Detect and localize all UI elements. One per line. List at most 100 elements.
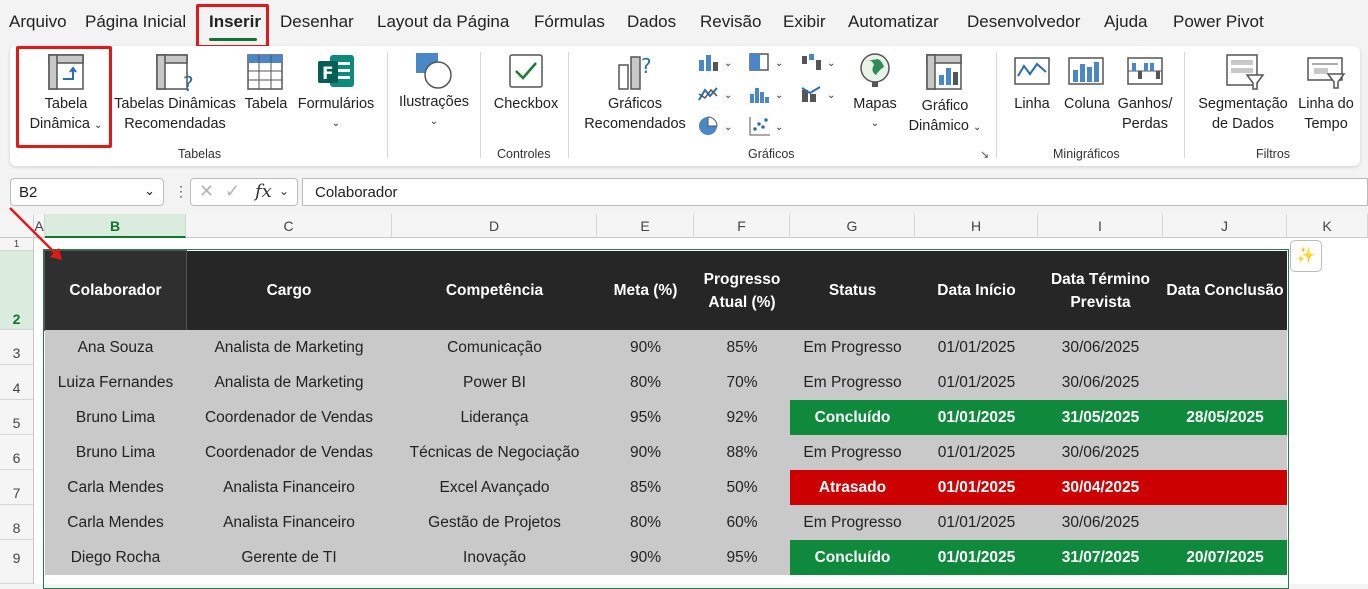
- menu-ajuda[interactable]: Ajuda: [1104, 12, 1147, 32]
- combo-chart-icon[interactable]: ⌄: [800, 84, 838, 109]
- cell-status[interactable]: Concluído: [790, 540, 915, 575]
- cell-cargo[interactable]: Analista de Marketing: [186, 365, 392, 400]
- menu-arquivo[interactable]: Arquivo: [9, 12, 67, 32]
- cell-status[interactable]: Atrasado: [790, 470, 915, 505]
- cell-data-termino[interactable]: 30/06/2025: [1038, 330, 1163, 365]
- cell-competencia[interactable]: Gestão de Projetos: [392, 505, 597, 540]
- menu-power-pivot[interactable]: Power Pivot: [1173, 12, 1264, 32]
- menu-automatizar[interactable]: Automatizar: [848, 12, 939, 32]
- confirm-icon[interactable]: ✓: [225, 181, 240, 202]
- cell-progresso[interactable]: 60%: [694, 505, 790, 540]
- illustrations-button[interactable]: Ilustrações ⌄: [394, 92, 474, 132]
- waterfall-chart-icon[interactable]: ⌄: [800, 52, 838, 77]
- row-header-6[interactable]: 6: [0, 435, 34, 470]
- cell-data-inicio[interactable]: 01/01/2025: [915, 400, 1038, 435]
- cell-meta[interactable]: 90%: [597, 330, 694, 365]
- cell-colaborador[interactable]: Luiza Fernandes: [45, 365, 186, 400]
- chevron-down-icon[interactable]: ⌄: [279, 184, 289, 198]
- cell-competencia[interactable]: Excel Avançado: [392, 470, 597, 505]
- cell-data-inicio[interactable]: 01/01/2025: [915, 330, 1038, 365]
- cell-cargo[interactable]: Analista de Marketing: [186, 330, 392, 365]
- header-data-termino[interactable]: Data Término Prevista: [1038, 251, 1163, 330]
- sparkline-column-button[interactable]: Coluna: [1060, 94, 1114, 114]
- chevron-down-icon[interactable]: ⌄: [144, 183, 155, 199]
- menu-layout-da-pagina[interactable]: Layout da Página: [377, 12, 509, 32]
- cell-colaborador[interactable]: Bruno Lima: [45, 435, 186, 470]
- more-options-icon[interactable]: ⋮: [174, 183, 188, 200]
- cell-data-conclusao[interactable]: 28/05/2025: [1163, 400, 1287, 435]
- menu-revisao[interactable]: Revisão: [700, 12, 761, 32]
- sparkline-line-button[interactable]: Linha: [1008, 94, 1056, 114]
- cell-competencia[interactable]: Comunicação: [392, 330, 597, 365]
- cell-data-termino[interactable]: 31/07/2025: [1038, 540, 1163, 575]
- col-header-h[interactable]: H: [915, 214, 1038, 238]
- sparkline-winloss-button[interactable]: Ganhos/ Perdas: [1114, 94, 1176, 134]
- cell-progresso[interactable]: 50%: [694, 470, 790, 505]
- cell-cargo[interactable]: Coordenador de Vendas: [186, 435, 392, 470]
- cell-data-inicio[interactable]: 01/01/2025: [915, 470, 1038, 505]
- cell-progresso[interactable]: 88%: [694, 435, 790, 470]
- statistic-chart-icon[interactable]: ⌄: [748, 84, 786, 109]
- row-header-5[interactable]: 5: [0, 400, 34, 435]
- cell-data-conclusao[interactable]: [1163, 505, 1287, 540]
- header-data-conclusao[interactable]: Data Conclusão: [1163, 251, 1287, 330]
- cell-colaborador[interactable]: Carla Mendes: [45, 505, 186, 540]
- checkbox-button[interactable]: Checkbox: [490, 94, 562, 114]
- menu-desenhar[interactable]: Desenhar: [280, 12, 354, 32]
- hierarchy-chart-icon[interactable]: ⌄: [748, 52, 786, 77]
- cell-status[interactable]: Concluído: [790, 400, 915, 435]
- cell-progresso[interactable]: 95%: [694, 540, 790, 575]
- cell-colaborador[interactable]: Ana Souza: [45, 330, 186, 365]
- name-box[interactable]: B2 ⌄: [10, 178, 164, 206]
- cell-competencia[interactable]: Power BI: [392, 365, 597, 400]
- cell-competencia[interactable]: Inovação: [392, 540, 597, 575]
- cell-data-conclusao[interactable]: [1163, 435, 1287, 470]
- menu-exibir[interactable]: Exibir: [783, 12, 826, 32]
- maps-button[interactable]: Mapas ⌄: [845, 94, 905, 134]
- column-chart-icon[interactable]: ⌄: [697, 52, 735, 77]
- cell-cargo[interactable]: Coordenador de Vendas: [186, 400, 392, 435]
- row-header-9[interactable]: 9: [0, 540, 34, 584]
- header-status[interactable]: Status: [790, 251, 915, 330]
- row-header-8[interactable]: 8: [0, 505, 34, 540]
- col-header-e[interactable]: E: [597, 214, 694, 238]
- cell-data-termino[interactable]: 30/06/2025: [1038, 505, 1163, 540]
- cell-meta[interactable]: 95%: [597, 400, 694, 435]
- col-header-f[interactable]: F: [694, 214, 790, 238]
- cell-data-termino[interactable]: 30/06/2025: [1038, 365, 1163, 400]
- recommended-charts-button[interactable]: Gráficos Recomendados: [580, 94, 690, 134]
- quick-analysis-icon[interactable]: ✨: [1290, 240, 1322, 272]
- line-chart-icon[interactable]: ⌄: [697, 84, 735, 109]
- cell-competencia[interactable]: Liderança: [392, 400, 597, 435]
- slicer-button[interactable]: Segmentação de Dados: [1193, 94, 1293, 134]
- pivot-chart-button[interactable]: Gráfico Dinâmico ⌄: [900, 96, 990, 138]
- dialog-launcher-icon[interactable]: ↘: [980, 148, 989, 161]
- cell-data-inicio[interactable]: 01/01/2025: [915, 435, 1038, 470]
- header-data-inicio[interactable]: Data Início: [915, 251, 1038, 330]
- cell-colaborador[interactable]: Diego Rocha: [45, 540, 186, 575]
- cell-status[interactable]: Em Progresso: [790, 330, 915, 365]
- cell-meta[interactable]: 80%: [597, 365, 694, 400]
- cell-data-conclusao[interactable]: 20/07/2025: [1163, 540, 1287, 575]
- timeline-button[interactable]: Linha do Tempo: [1294, 94, 1358, 134]
- menu-dados[interactable]: Dados: [627, 12, 676, 32]
- cell-meta[interactable]: 90%: [597, 435, 694, 470]
- col-header-g[interactable]: G: [790, 214, 915, 238]
- cell-data-termino[interactable]: 31/05/2025: [1038, 400, 1163, 435]
- insert-function-icon[interactable]: fx: [255, 181, 272, 202]
- cell-data-termino[interactable]: 30/06/2025: [1038, 435, 1163, 470]
- cell-data-conclusao[interactable]: [1163, 330, 1287, 365]
- cell-data-conclusao[interactable]: [1163, 365, 1287, 400]
- row-header-7[interactable]: 7: [0, 470, 34, 505]
- cell-progresso[interactable]: 92%: [694, 400, 790, 435]
- header-cargo[interactable]: Cargo: [186, 251, 392, 330]
- formula-input[interactable]: Colaborador: [302, 178, 1368, 206]
- cell-colaborador[interactable]: Carla Mendes: [45, 470, 186, 505]
- col-header-c[interactable]: C: [186, 214, 392, 238]
- header-progresso[interactable]: Progresso Atual (%): [694, 251, 790, 330]
- col-header-d[interactable]: D: [392, 214, 597, 238]
- cell-cargo[interactable]: Analista Financeiro: [186, 505, 392, 540]
- cell-data-termino[interactable]: 30/04/2025: [1038, 470, 1163, 505]
- cell-data-inicio[interactable]: 01/01/2025: [915, 505, 1038, 540]
- cell-data-inicio[interactable]: 01/01/2025: [915, 540, 1038, 575]
